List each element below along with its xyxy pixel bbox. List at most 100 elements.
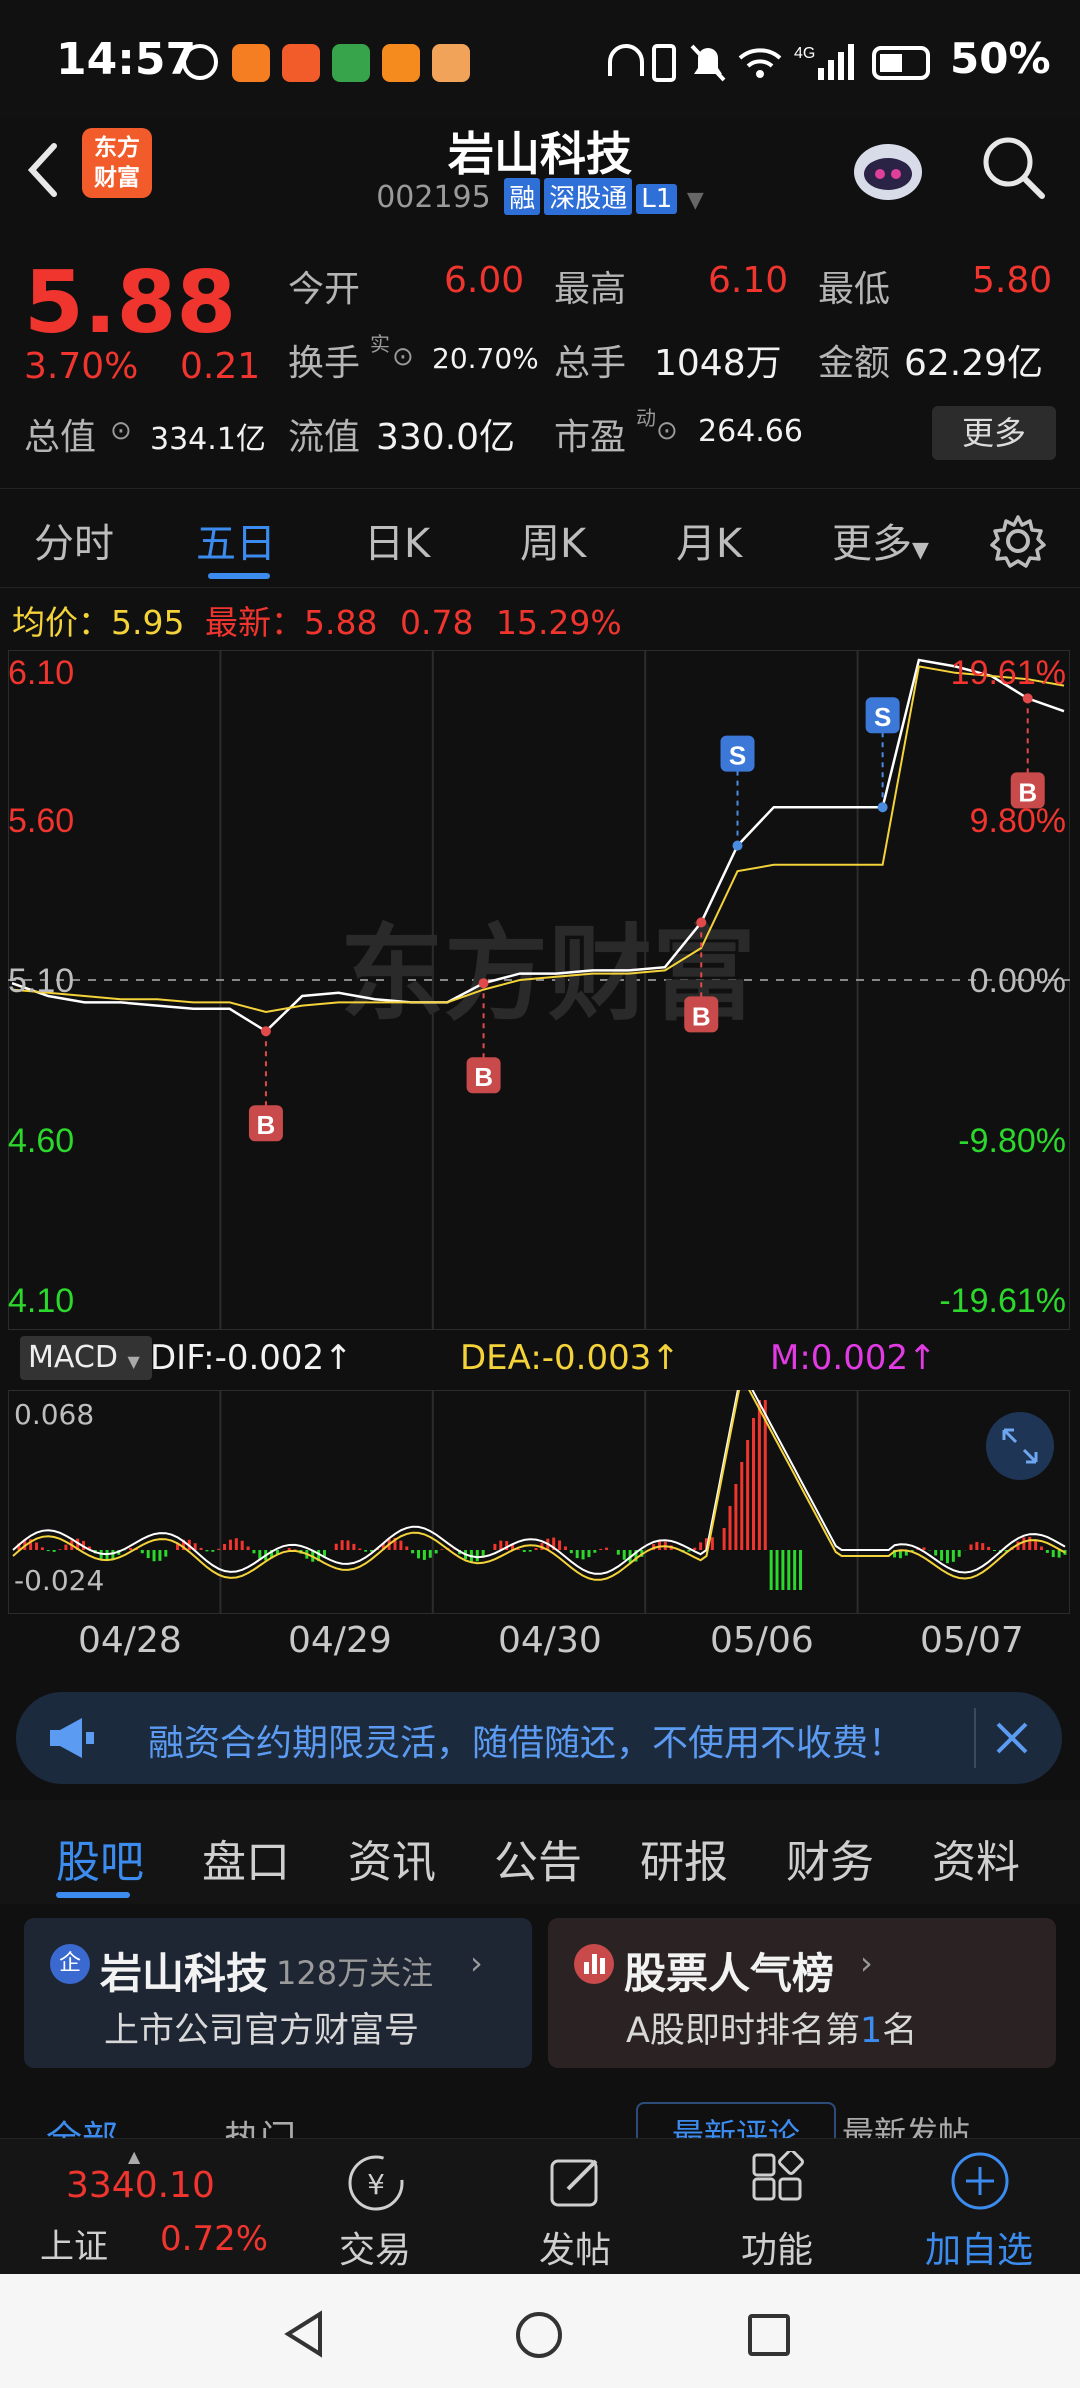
macd-chart[interactable]: 0.068 -0.024 — [8, 1390, 1070, 1614]
search-icon[interactable] — [978, 132, 1048, 202]
macd-bar — [757, 1400, 761, 1550]
nav-trade[interactable]: ¥ 交易 — [300, 2139, 450, 2275]
svg-text:¥: ¥ — [367, 2168, 385, 2201]
macd-bar — [575, 1550, 579, 1559]
bar-chart-icon — [574, 1944, 614, 1984]
macd-header: MACD ▼ DIF:-0.002↑ DEA:-0.003↑ M:0.002↑ — [8, 1334, 1072, 1384]
macd-bar — [728, 1506, 732, 1550]
tab-monthly-k[interactable]: 月K — [676, 511, 742, 569]
macd-bar — [211, 1550, 215, 1552]
tab-profile[interactable]: 资料 — [932, 1826, 1020, 1890]
index-name[interactable]: 上证 — [40, 2219, 108, 2268]
y-tick-label: 6.10 — [8, 654, 74, 692]
info-icon[interactable]: ⊙ — [392, 342, 414, 372]
nav-functions[interactable]: 功能 — [702, 2139, 852, 2275]
macd-m: M:0.002↑ — [770, 1338, 937, 1378]
avg-label: 均价： — [12, 603, 111, 642]
macd-bar — [781, 1550, 785, 1590]
tab-more[interactable]: 更多▼ — [832, 511, 929, 569]
promo-banner[interactable]: 融资合约期限灵活，随借随还，不使用不收费！ — [16, 1692, 1062, 1784]
add-circle-icon — [951, 2152, 1009, 2210]
open-value: 6.00 — [444, 260, 525, 301]
macd-bar — [769, 1550, 773, 1590]
tab-finance[interactable]: 财务 — [786, 1826, 874, 1890]
tab-weekly-k[interactable]: 周K — [520, 511, 586, 569]
robot-assistant-icon[interactable] — [846, 128, 930, 212]
macd-bar — [58, 1549, 62, 1550]
stock-code: 002195 — [376, 180, 491, 215]
macd-dea: DEA:-0.003↑ — [460, 1338, 680, 1378]
macd-bar — [699, 1542, 703, 1550]
expand-icon[interactable] — [986, 1412, 1054, 1480]
macd-bottom-label: -0.024 — [14, 1564, 104, 1597]
chevron-right-icon: › — [470, 1944, 483, 1982]
info-icon[interactable]: ⊙ — [656, 416, 678, 446]
tab-forum[interactable]: 股吧 — [56, 1826, 144, 1890]
macd-bar — [581, 1550, 585, 1560]
turnover-sup: 实 — [370, 332, 390, 356]
mark-dot — [478, 978, 489, 989]
banner-divider — [974, 1708, 976, 1768]
mark-letter: B — [257, 1110, 276, 1140]
macd-bar — [246, 1546, 250, 1550]
macd-bar — [46, 1550, 50, 1552]
grid-icon — [752, 2151, 804, 2201]
current-price: 5.88 — [24, 253, 237, 353]
mark-letter: B — [474, 1062, 493, 1092]
tab-daily-k[interactable]: 日K — [364, 511, 430, 569]
macd-bar — [987, 1546, 991, 1550]
macd-bar — [234, 1538, 238, 1550]
svg-text:4G: 4G — [794, 45, 815, 62]
macd-bar — [334, 1543, 338, 1550]
macd-bar — [799, 1550, 803, 1590]
macd-bar — [428, 1550, 432, 1558]
active-tab-indicator — [56, 1892, 130, 1898]
mark-dot — [260, 1026, 271, 1037]
macd-bar — [569, 1550, 573, 1554]
macd-bar — [945, 1550, 949, 1564]
index-percent[interactable]: 0.72% — [160, 2219, 268, 2259]
recents-square-icon[interactable] — [746, 2312, 792, 2358]
info-icon[interactable]: ⊙ — [110, 416, 132, 446]
pct-tick-label: 19.61% — [951, 654, 1066, 692]
mktcap-label: 总值 — [24, 417, 97, 458]
pct-tick-label: -19.61% — [939, 1282, 1066, 1320]
tab-news[interactable]: 资讯 — [348, 1826, 436, 1890]
macd-bar — [287, 1547, 291, 1550]
company-account-card[interactable]: 企 岩山科技 128万关注 › 上市公司官方财富号 — [24, 1918, 532, 2068]
index-value[interactable]: 3340.10 — [66, 2165, 215, 2206]
macd-bar — [493, 1543, 497, 1550]
macd-bar — [734, 1484, 738, 1550]
card-subtitle: 上市公司官方财富号 — [104, 2011, 420, 2051]
tab-announcements[interactable]: 公告 — [494, 1826, 582, 1890]
macd-bar — [146, 1550, 150, 1559]
macd-bar — [205, 1550, 209, 1552]
dropdown-icon[interactable]: ▼ — [687, 188, 704, 213]
mark-letter: B — [692, 1001, 711, 1031]
date-label: 05/06 — [710, 1620, 814, 1661]
macd-bar — [740, 1462, 744, 1550]
five-day-price-chart[interactable]: 东方财富 BBBSSB 6.10 19.61%5.60 9.80%5.10 0.00%… — [8, 650, 1070, 1330]
close-icon[interactable] — [992, 1718, 1032, 1758]
tab-five-day[interactable]: 五日 — [196, 511, 276, 569]
macd-bar — [922, 1547, 926, 1550]
macd-bar — [499, 1540, 503, 1550]
chart-info-line: 均价：5.95 最新：5.88 0.78 15.29% — [12, 596, 622, 644]
macd-bar — [951, 1550, 955, 1562]
indicator-select[interactable]: MACD ▼ — [20, 1336, 152, 1380]
settings-gear-icon[interactable] — [990, 513, 1046, 569]
tab-intraday[interactable]: 分时 — [34, 511, 114, 569]
tab-orderbook[interactable]: 盘口 — [202, 1826, 290, 1890]
follow-count: 128万关注 — [276, 1954, 434, 1992]
macd-bar — [111, 1550, 115, 1560]
more-quote-button[interactable]: 更多 — [932, 406, 1056, 460]
home-circle-icon[interactable] — [514, 2310, 564, 2360]
nav-add-watchlist[interactable]: 加自选 — [904, 2139, 1054, 2275]
stock-header: 东方 财富 岩山科技 002195 融深股通 L1 ▼ — [0, 118, 1080, 232]
popularity-rank-card[interactable]: 股票人气榜 › A股即时排名第1名 — [548, 1918, 1056, 2068]
date-axis: 04/28 04/29 04/30 05/06 05/07 — [0, 1620, 1080, 1670]
back-triangle-icon[interactable] — [282, 2310, 328, 2358]
tab-research[interactable]: 研报 — [640, 1826, 728, 1890]
notification-icons — [182, 44, 470, 82]
nav-post[interactable]: 发帖 — [500, 2139, 650, 2275]
